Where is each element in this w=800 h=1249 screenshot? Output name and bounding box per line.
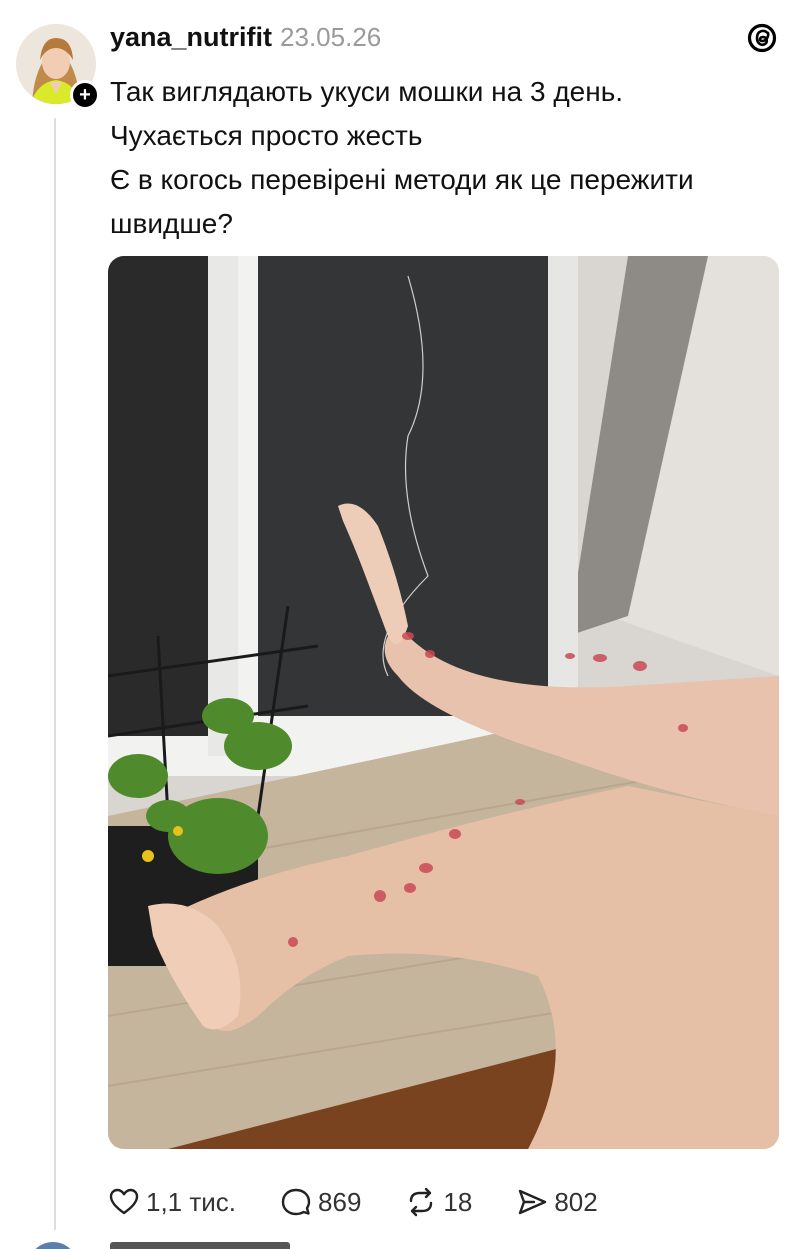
- share-button[interactable]: 802: [516, 1186, 598, 1218]
- post-image[interactable]: [108, 256, 779, 1149]
- post-text-line: Так виглядають укуси мошки на 3 день.: [110, 76, 624, 107]
- repost-count: 18: [443, 1186, 473, 1217]
- avatar[interactable]: [28, 1242, 78, 1249]
- like-button[interactable]: 1,1 тис.: [108, 1186, 236, 1218]
- post-text-line: Є в когось перевірені методи як це переж…: [110, 164, 694, 239]
- repost-icon: [410, 1187, 433, 1217]
- follow-plus-button[interactable]: +: [70, 80, 100, 110]
- username[interactable]: yana_nutrifit: [110, 22, 272, 53]
- like-count: 1,1 тис.: [146, 1186, 237, 1217]
- post-header: yana_nutrifit 23.05.26: [110, 22, 381, 53]
- thread-connector-line: [54, 118, 56, 1230]
- threads-logo-icon[interactable]: [746, 22, 778, 54]
- post-body: Так виглядають укуси мошки на 3 день. Чу…: [110, 70, 780, 246]
- comment-bubble-icon: [281, 1188, 311, 1216]
- post-timestamp: 23.05.26: [280, 22, 382, 52]
- post-actions-bar: 1,1 тис. 869 18 802: [108, 1180, 642, 1224]
- share-count: 802: [554, 1186, 598, 1217]
- comment-count: 869: [318, 1186, 362, 1217]
- next-post-header: [110, 1242, 290, 1249]
- next-post-peek: [0, 1238, 800, 1249]
- repost-button[interactable]: 18: [405, 1186, 472, 1218]
- comment-button[interactable]: 869: [280, 1186, 361, 1218]
- heart-icon: [109, 1188, 139, 1215]
- post-text-line: Чухається просто жесть: [110, 120, 423, 151]
- thread-post: + yana_nutrifit 23.05.26 Так виглядають …: [0, 0, 800, 1249]
- send-icon: [519, 1189, 547, 1215]
